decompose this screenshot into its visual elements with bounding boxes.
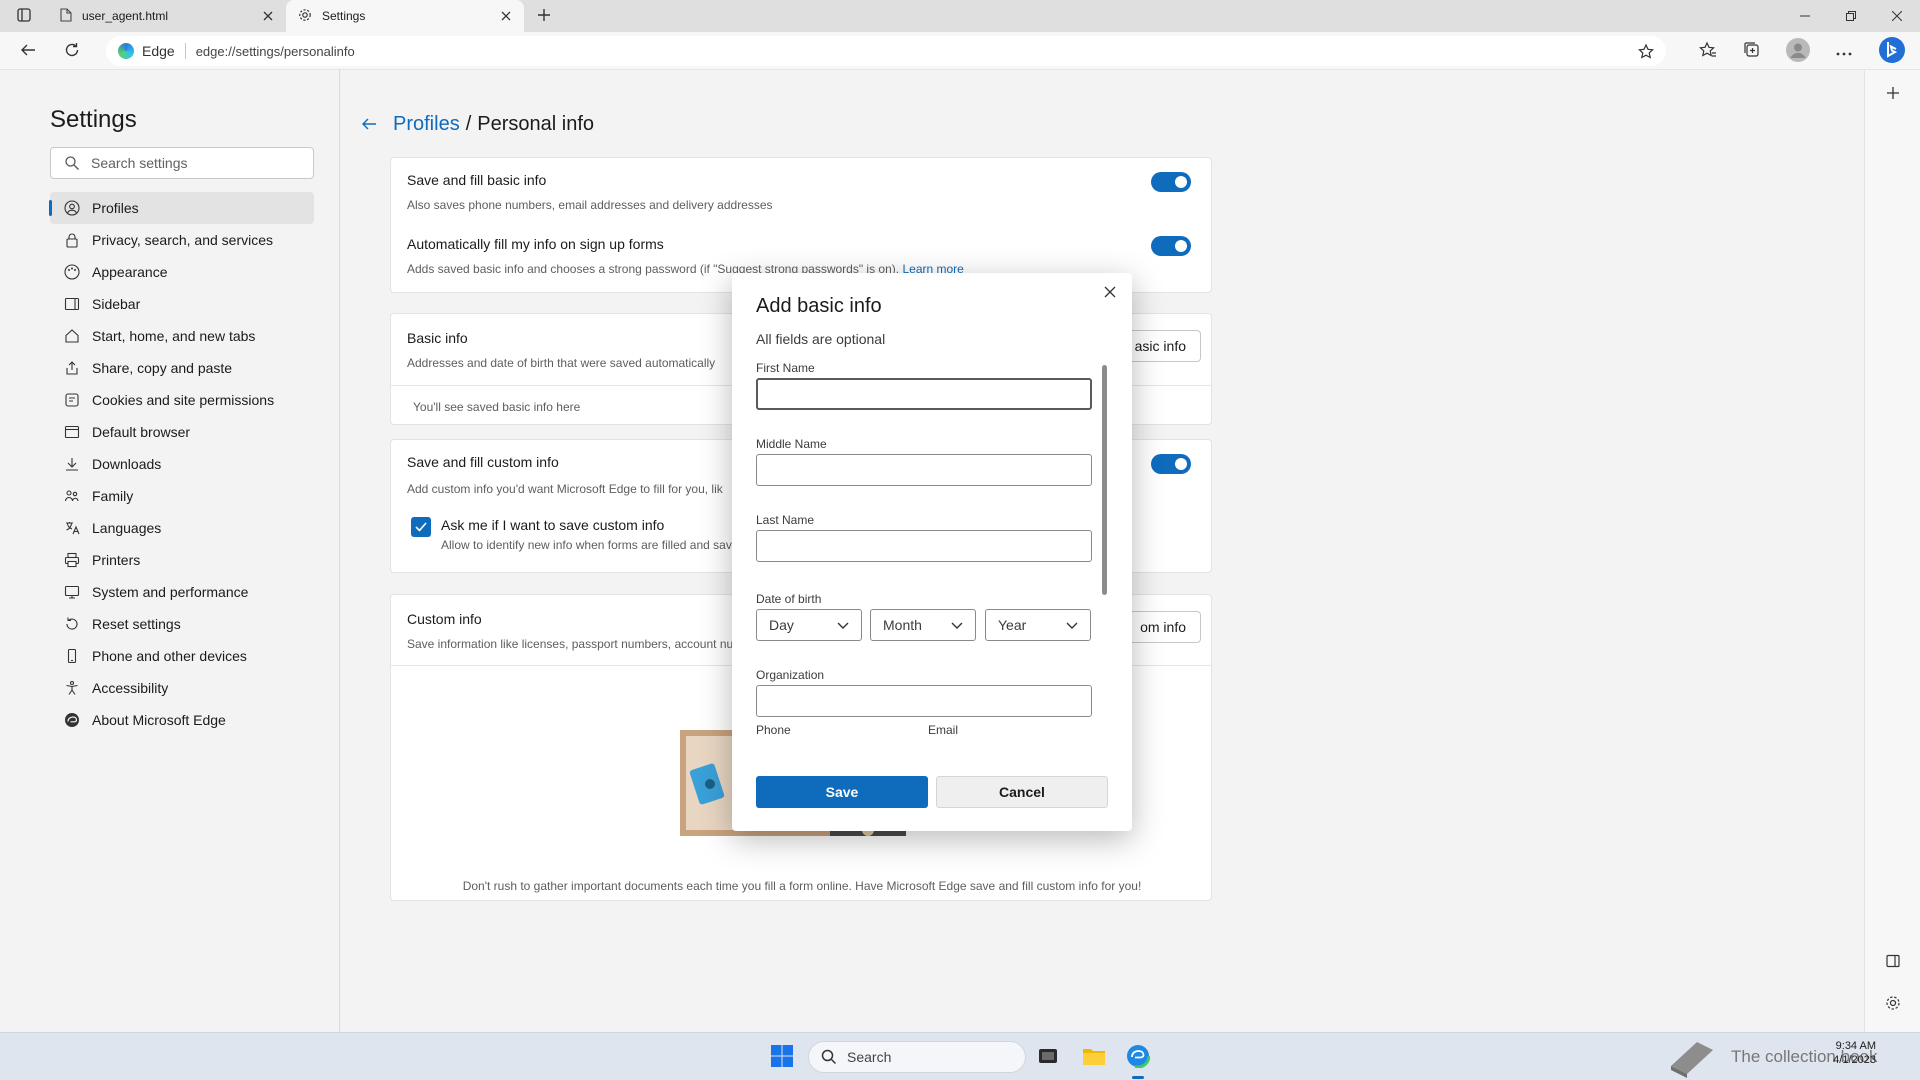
cancel-button[interactable]: Cancel: [936, 776, 1108, 808]
dialog-form: First Name Middle Name Last Name Date of…: [732, 361, 1132, 741]
taskbar-search-label: Search: [847, 1049, 892, 1065]
avatar-icon: [1786, 37, 1810, 65]
dialog-scrollbar[interactable]: [1102, 365, 1107, 595]
search-icon: [821, 1049, 837, 1065]
start-button[interactable]: [766, 1041, 798, 1073]
close-icon: [1104, 285, 1116, 301]
document-icon: [60, 7, 72, 25]
close-icon: [1891, 8, 1903, 24]
last-name-field[interactable]: [756, 530, 1092, 562]
edge-sidebar-rail: [1864, 70, 1920, 1032]
dialog-footer: Save Cancel: [756, 776, 1108, 808]
add-favorite-button[interactable]: [1636, 42, 1656, 62]
plus-icon: [1886, 86, 1900, 103]
url-text[interactable]: edge://settings/personalinfo: [196, 44, 355, 59]
date-of-birth-label: Date of birth: [756, 592, 822, 606]
task-view-icon: [1037, 1045, 1059, 1070]
omnibox-divider: [184, 43, 186, 59]
tab-title: Settings: [322, 9, 366, 23]
dob-year-select[interactable]: Year: [985, 609, 1091, 641]
phone-label: Phone: [756, 723, 791, 737]
windows-taskbar: Search The collection book 9:34 AM 4/1/2…: [0, 1032, 1920, 1080]
chevron-down-icon: [951, 617, 963, 633]
more-menu-button[interactable]: [1828, 36, 1860, 66]
middle-name-label: Middle Name: [756, 437, 827, 451]
dob-month-value: Month: [883, 617, 922, 633]
plus-icon: [537, 8, 551, 25]
first-name-label: First Name: [756, 361, 815, 375]
profile-button[interactable]: [1782, 36, 1814, 66]
minimize-icon: [1800, 8, 1810, 24]
close-window-button[interactable]: [1874, 0, 1920, 32]
dob-day-select[interactable]: Day: [756, 609, 862, 641]
add-basic-info-dialog: Add basic info All fields are optional F…: [732, 273, 1132, 831]
back-button[interactable]: [12, 36, 44, 66]
site-chip-label: Edge: [142, 43, 175, 59]
clock-date: 4/1/2023: [1833, 1054, 1876, 1066]
dob-month-select[interactable]: Month: [870, 609, 976, 641]
dialog-subtitle: All fields are optional: [756, 331, 886, 347]
star-plus-icon: [1638, 43, 1654, 59]
sidebar-settings-button[interactable]: [1879, 990, 1907, 1018]
collections-button[interactable]: [1736, 36, 1768, 66]
gear-icon: [1885, 995, 1901, 1014]
tab-title: user_agent.html: [82, 9, 169, 23]
taskbar-search[interactable]: Search: [808, 1041, 1026, 1073]
hide-sidebar-button[interactable]: [1879, 948, 1907, 976]
middle-name-field[interactable]: [756, 454, 1092, 486]
back-arrow-icon: [20, 42, 36, 61]
edge-logo-icon: [118, 43, 134, 59]
windows-logo-icon: [770, 1044, 794, 1071]
dialog-title: Add basic info: [756, 295, 882, 317]
refresh-icon: [64, 42, 80, 61]
restore-button[interactable]: [1828, 0, 1874, 32]
file-explorer-button[interactable]: [1078, 1041, 1110, 1073]
save-button[interactable]: Save: [756, 776, 928, 808]
dob-year-value: Year: [998, 617, 1027, 633]
ellipsis-icon: [1836, 43, 1852, 59]
title-bar: user_agent.html Settings: [0, 0, 1920, 32]
first-name-field[interactable]: [756, 378, 1092, 410]
folder-icon: [1082, 1045, 1106, 1070]
dob-day-value: Day: [769, 617, 794, 633]
collections-icon: [1743, 41, 1761, 62]
favorites-icon: [1699, 41, 1717, 62]
clock-time: 9:34 AM: [1835, 1040, 1876, 1052]
tab-actions-icon: [17, 7, 31, 25]
email-label: Email: [928, 723, 959, 737]
dialog-close-button[interactable]: [1098, 281, 1122, 305]
sidebar-toggle-icon: [1886, 954, 1900, 971]
bing-chat-button[interactable]: [1876, 36, 1908, 66]
chevron-down-icon: [837, 617, 849, 633]
active-app-indicator: [1132, 1076, 1144, 1079]
tab-actions-button[interactable]: [8, 4, 40, 28]
edge-logo-icon: [1125, 1043, 1151, 1071]
book-icon: [1667, 1036, 1717, 1078]
bing-icon: [1878, 36, 1906, 67]
organization-field[interactable]: [756, 685, 1092, 717]
refresh-button[interactable]: [56, 36, 88, 66]
new-tab-button[interactable]: [530, 4, 558, 28]
close-tab-button[interactable]: [256, 4, 280, 28]
edge-taskbar-button[interactable]: [1122, 1041, 1154, 1079]
favorites-button[interactable]: [1692, 36, 1724, 66]
minimize-button[interactable]: [1782, 0, 1828, 32]
task-view-button[interactable]: [1032, 1041, 1064, 1073]
site-info-chip[interactable]: Edge: [118, 43, 175, 59]
gear-icon: [298, 8, 312, 25]
organization-label: Organization: [756, 668, 825, 682]
tab-user-agent[interactable]: user_agent.html: [48, 0, 286, 32]
address-bar[interactable]: Edge edge://settings/personalinfo: [106, 36, 1666, 66]
address-toolbar: Edge edge://settings/personalinfo: [0, 32, 1920, 70]
tab-settings[interactable]: Settings: [286, 0, 524, 32]
rail-add-button[interactable]: [1879, 80, 1907, 108]
chevron-down-icon: [1066, 617, 1078, 633]
taskbar-clock[interactable]: 9:34 AM 4/1/2023: [1833, 1039, 1876, 1067]
last-name-label: Last Name: [756, 513, 815, 527]
close-tab-button[interactable]: [494, 4, 518, 28]
restore-icon: [1846, 8, 1856, 24]
